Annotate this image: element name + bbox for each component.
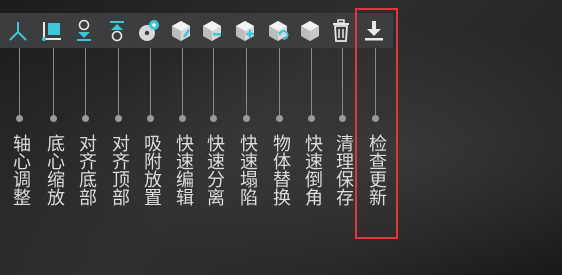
object-replace-icon: [266, 19, 290, 43]
connector-dot: [115, 115, 122, 122]
axis-pivot-button[interactable]: [3, 13, 33, 48]
connector-line: [53, 48, 54, 118]
connector-line: [213, 48, 214, 118]
label-quick-collapse: 快速塌陷: [237, 134, 258, 206]
connector-line: [150, 48, 151, 118]
snap-place-button[interactable]: [134, 13, 164, 48]
connector-line: [182, 48, 183, 118]
align-top-button[interactable]: [102, 13, 132, 48]
quick-collapse-button[interactable]: [230, 13, 260, 48]
connector-dot: [339, 115, 346, 122]
bottom-pivot-scale-icon: [40, 19, 64, 43]
trash-icon: [330, 18, 352, 43]
clean-save-button[interactable]: [326, 13, 356, 48]
label-quick-chamfer: 快速倒角: [302, 134, 323, 206]
connector-dot: [210, 115, 217, 122]
connector-dot: [276, 115, 283, 122]
connector-dot: [50, 115, 57, 122]
connector-dot: [179, 115, 186, 122]
quick-edit-button[interactable]: [166, 13, 196, 48]
connector-line: [342, 48, 343, 118]
bottom-pivot-scale-button[interactable]: [37, 13, 67, 48]
align-bottom-icon: [73, 19, 95, 43]
axis-pivot-icon: [7, 20, 29, 42]
align-bottom-button[interactable]: [69, 13, 99, 48]
connector-dot: [243, 115, 250, 122]
connector-dot: [308, 115, 315, 122]
align-top-icon: [106, 19, 128, 43]
highlight-box: [355, 8, 398, 239]
quick-edit-icon: [169, 19, 193, 43]
quick-split-icon: [200, 19, 224, 43]
quick-chamfer-icon: [298, 19, 322, 43]
connector-line: [118, 48, 119, 118]
connector-line: [246, 48, 247, 118]
connector-line: [279, 48, 280, 118]
quick-chamfer-button[interactable]: [295, 13, 325, 48]
label-quick-edit: 快速编辑: [173, 134, 194, 206]
label-align-bottom: 对齐底部: [76, 134, 97, 206]
connector-dot: [82, 115, 89, 122]
quick-split-button[interactable]: [197, 13, 227, 48]
snap-place-icon: [137, 19, 161, 43]
label-clean-save: 清理保存: [333, 134, 354, 206]
label-snap-place: 吸附放置: [141, 134, 162, 206]
object-replace-button[interactable]: [263, 13, 293, 48]
label-bottom-pivot-scale: 底心缩放: [44, 134, 65, 206]
toolbar: [0, 13, 393, 48]
connector-dot: [147, 115, 154, 122]
connector-line: [19, 48, 20, 118]
label-align-top: 对齐顶部: [109, 134, 130, 206]
label-quick-split: 快速分离: [204, 134, 225, 206]
quick-collapse-icon: [233, 19, 257, 43]
label-object-replace: 物体替换: [270, 134, 291, 206]
connector-dot: [16, 115, 23, 122]
connector-line: [311, 48, 312, 118]
label-axis-pivot: 轴心调整: [10, 134, 31, 206]
connector-line: [85, 48, 86, 118]
